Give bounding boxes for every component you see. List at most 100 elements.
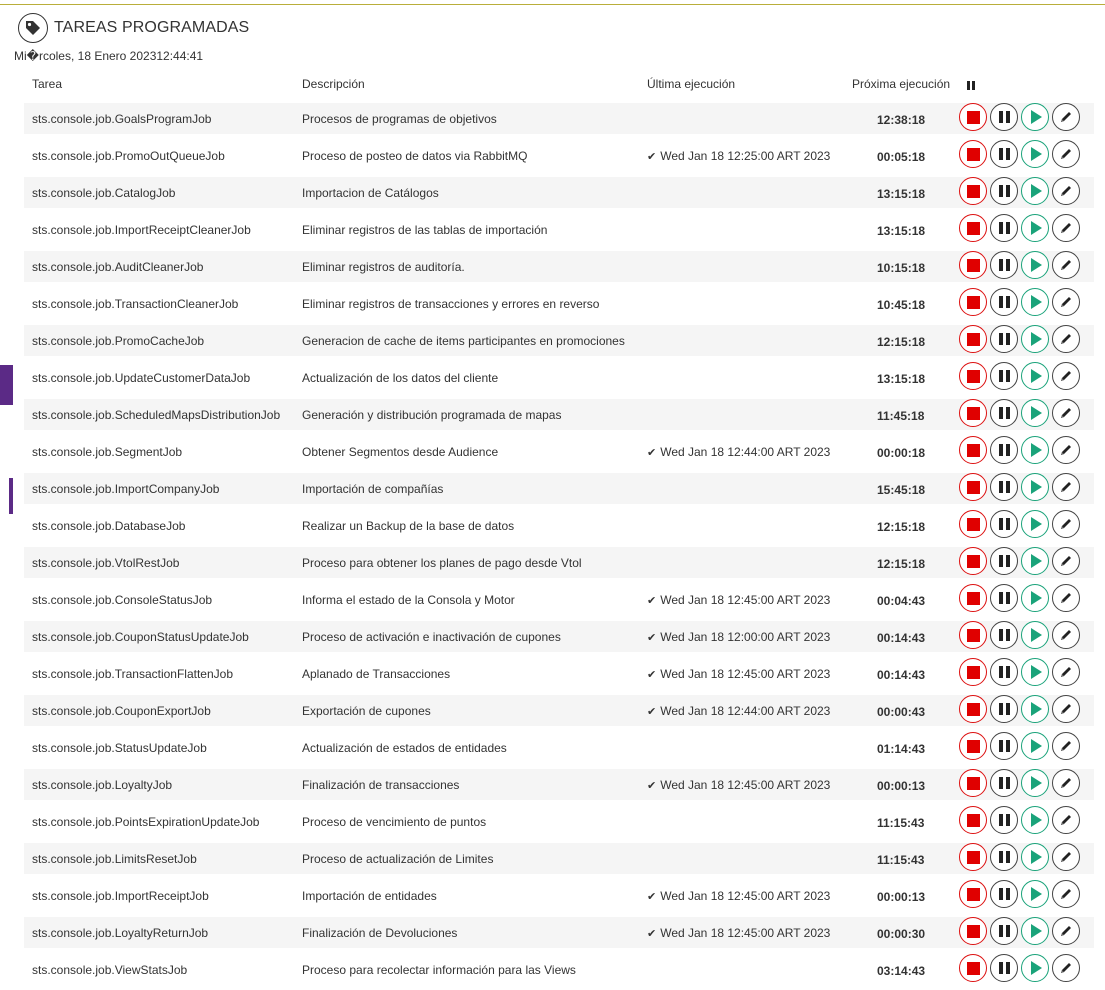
play-button[interactable] xyxy=(1021,621,1049,649)
pause-button[interactable] xyxy=(990,880,1018,908)
stop-button[interactable] xyxy=(959,140,987,168)
stop-button[interactable] xyxy=(959,658,987,686)
edit-button[interactable] xyxy=(1052,954,1080,982)
pause-button[interactable] xyxy=(990,954,1018,982)
stop-button[interactable] xyxy=(959,399,987,427)
play-button[interactable] xyxy=(1021,732,1049,760)
play-button[interactable] xyxy=(1021,140,1049,168)
stop-button[interactable] xyxy=(959,954,987,982)
play-button[interactable] xyxy=(1021,177,1049,205)
play-button[interactable] xyxy=(1021,325,1049,353)
stop-button[interactable] xyxy=(959,695,987,723)
edit-button[interactable] xyxy=(1052,288,1080,316)
edit-button[interactable] xyxy=(1052,584,1080,612)
stop-button[interactable] xyxy=(959,917,987,945)
stop-button[interactable] xyxy=(959,103,987,131)
pause-button[interactable] xyxy=(990,103,1018,131)
pause-button[interactable] xyxy=(990,436,1018,464)
pause-button[interactable] xyxy=(990,658,1018,686)
stop-button[interactable] xyxy=(959,806,987,834)
pause-button[interactable] xyxy=(990,547,1018,575)
stop-button[interactable] xyxy=(959,177,987,205)
stop-button[interactable] xyxy=(959,732,987,760)
play-button[interactable] xyxy=(1021,954,1049,982)
play-button[interactable] xyxy=(1021,880,1049,908)
edit-button[interactable] xyxy=(1052,362,1080,390)
play-button[interactable] xyxy=(1021,584,1049,612)
pause-button[interactable] xyxy=(990,362,1018,390)
play-button[interactable] xyxy=(1021,436,1049,464)
play-button[interactable] xyxy=(1021,362,1049,390)
edit-button[interactable] xyxy=(1052,251,1080,279)
stop-button[interactable] xyxy=(959,251,987,279)
play-button[interactable] xyxy=(1021,843,1049,871)
edit-button[interactable] xyxy=(1052,917,1080,945)
stop-button[interactable] xyxy=(959,843,987,871)
pause-button[interactable] xyxy=(990,917,1018,945)
stop-button[interactable] xyxy=(959,769,987,797)
edit-button[interactable] xyxy=(1052,177,1080,205)
edit-button[interactable] xyxy=(1052,769,1080,797)
stop-button[interactable] xyxy=(959,288,987,316)
edit-button[interactable] xyxy=(1052,621,1080,649)
play-button[interactable] xyxy=(1021,695,1049,723)
column-header-next-run[interactable]: Próxima ejecución xyxy=(852,77,950,91)
pause-button[interactable] xyxy=(990,510,1018,538)
pause-all-icon[interactable] xyxy=(967,81,975,90)
edit-button[interactable] xyxy=(1052,547,1080,575)
stop-button[interactable] xyxy=(959,362,987,390)
play-button[interactable] xyxy=(1021,806,1049,834)
play-button[interactable] xyxy=(1021,510,1049,538)
column-header-description[interactable]: Descripción xyxy=(302,77,365,91)
edit-button[interactable] xyxy=(1052,732,1080,760)
pause-button[interactable] xyxy=(990,806,1018,834)
pause-button[interactable] xyxy=(990,769,1018,797)
edit-button[interactable] xyxy=(1052,140,1080,168)
play-button[interactable] xyxy=(1021,251,1049,279)
edit-button[interactable] xyxy=(1052,399,1080,427)
pause-button[interactable] xyxy=(990,177,1018,205)
pause-button[interactable] xyxy=(990,732,1018,760)
stop-button[interactable] xyxy=(959,214,987,242)
pause-button[interactable] xyxy=(990,695,1018,723)
stop-button[interactable] xyxy=(959,584,987,612)
edit-button[interactable] xyxy=(1052,473,1080,501)
play-button[interactable] xyxy=(1021,103,1049,131)
edit-button[interactable] xyxy=(1052,436,1080,464)
stop-button[interactable] xyxy=(959,621,987,649)
edit-button[interactable] xyxy=(1052,695,1080,723)
stop-button[interactable] xyxy=(959,473,987,501)
edit-button[interactable] xyxy=(1052,843,1080,871)
pause-button[interactable] xyxy=(990,288,1018,316)
stop-button[interactable] xyxy=(959,510,987,538)
pause-button[interactable] xyxy=(990,584,1018,612)
column-header-task[interactable]: Tarea xyxy=(32,77,62,91)
edit-button[interactable] xyxy=(1052,325,1080,353)
edit-button[interactable] xyxy=(1052,214,1080,242)
pause-button[interactable] xyxy=(990,325,1018,353)
stop-button[interactable] xyxy=(959,436,987,464)
edit-button[interactable] xyxy=(1052,658,1080,686)
pause-button[interactable] xyxy=(990,843,1018,871)
play-button[interactable] xyxy=(1021,769,1049,797)
play-button[interactable] xyxy=(1021,288,1049,316)
edit-button[interactable] xyxy=(1052,510,1080,538)
pause-button[interactable] xyxy=(990,214,1018,242)
play-button[interactable] xyxy=(1021,399,1049,427)
stop-button[interactable] xyxy=(959,325,987,353)
play-button[interactable] xyxy=(1021,658,1049,686)
edit-button[interactable] xyxy=(1052,806,1080,834)
play-button[interactable] xyxy=(1021,917,1049,945)
pause-button[interactable] xyxy=(990,140,1018,168)
column-header-last-run[interactable]: Última ejecución xyxy=(647,77,735,91)
pause-button[interactable] xyxy=(990,251,1018,279)
edit-button[interactable] xyxy=(1052,880,1080,908)
stop-button[interactable] xyxy=(959,880,987,908)
edit-button[interactable] xyxy=(1052,103,1080,131)
play-button[interactable] xyxy=(1021,547,1049,575)
play-button[interactable] xyxy=(1021,473,1049,501)
stop-button[interactable] xyxy=(959,547,987,575)
play-button[interactable] xyxy=(1021,214,1049,242)
pause-button[interactable] xyxy=(990,621,1018,649)
pause-button[interactable] xyxy=(990,473,1018,501)
